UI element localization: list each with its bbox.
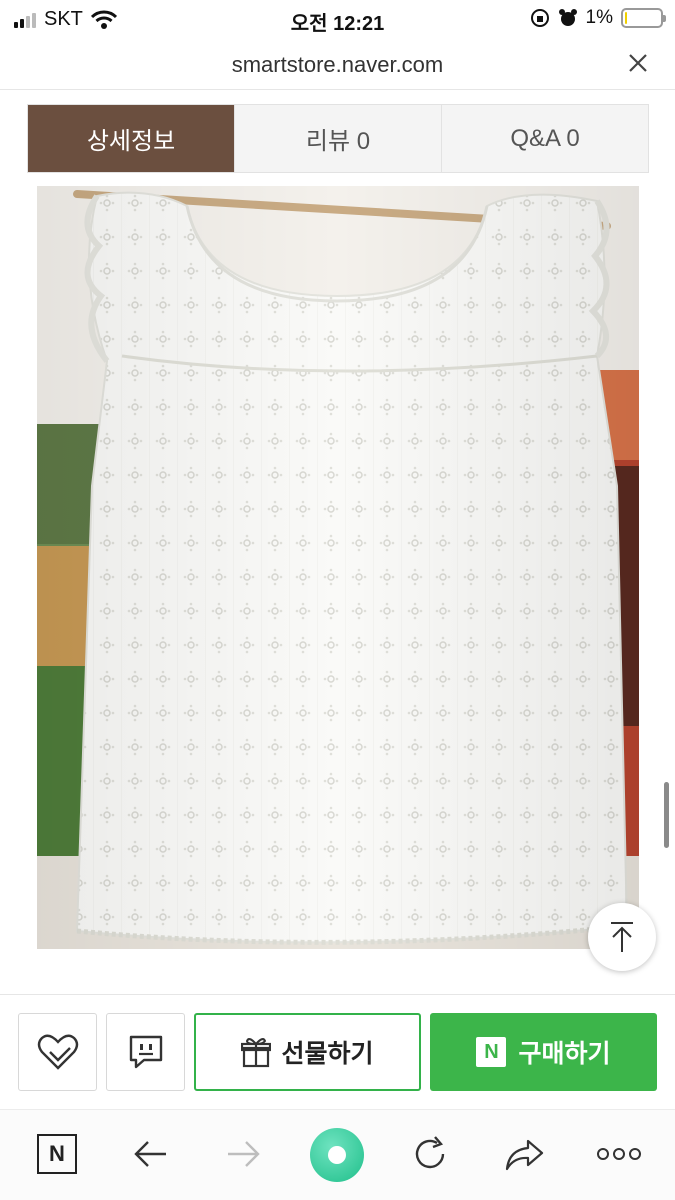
battery-percent: 1% [585,7,613,28]
url-bar: smartstore.naver.com [0,38,675,90]
product-image [37,186,639,949]
green-dot-button[interactable] [310,1128,364,1182]
share-icon [505,1139,544,1171]
green-dot-icon [310,1128,364,1182]
forward-button[interactable] [222,1132,266,1176]
naver-pay-badge: N [476,1037,507,1067]
detail-tabs: 상세정보 리뷰 0 Q&A 0 [27,104,649,173]
tab-reviews[interactable]: 리뷰 0 [234,105,441,172]
gift-button[interactable]: 선물하기 [194,1013,421,1091]
close-icon[interactable] [625,50,651,76]
more-icon [597,1148,641,1160]
url-text[interactable]: smartstore.naver.com [0,52,675,78]
more-button[interactable] [596,1132,642,1176]
talktalk-button[interactable] [106,1013,185,1091]
purchase-action-bar: 선물하기 N 구매하기 [0,994,675,1109]
alarm-icon [558,9,577,26]
browser-toolbar: N [0,1109,675,1200]
refresh-icon [415,1136,445,1169]
tab-qna[interactable]: Q&A 0 [441,105,648,172]
scroll-to-top-button[interactable] [588,903,656,971]
gift-icon [241,1038,272,1068]
heart-icon [37,1034,78,1070]
wishlist-button[interactable] [18,1013,97,1091]
arrow-up-icon [611,922,633,952]
gift-label: 선물하기 [281,1040,374,1068]
status-bar: SKT 오전 12:21 1% [0,0,675,38]
buy-label: 구매하기 [518,1040,611,1068]
chat-icon [129,1035,162,1069]
scrollbar[interactable] [664,782,669,848]
back-button[interactable] [128,1132,172,1176]
naver-home-button[interactable]: N [35,1132,79,1176]
tab-detail-info[interactable]: 상세정보 [28,105,234,172]
arrow-left-icon [134,1141,166,1167]
share-button[interactable] [502,1132,546,1176]
battery-icon [621,8,666,28]
refresh-button[interactable] [408,1132,452,1176]
orientation-lock-icon [530,9,549,27]
arrow-right-icon [228,1141,260,1167]
naver-logo-icon: N [37,1134,77,1174]
buy-button[interactable]: N 구매하기 [430,1013,657,1091]
